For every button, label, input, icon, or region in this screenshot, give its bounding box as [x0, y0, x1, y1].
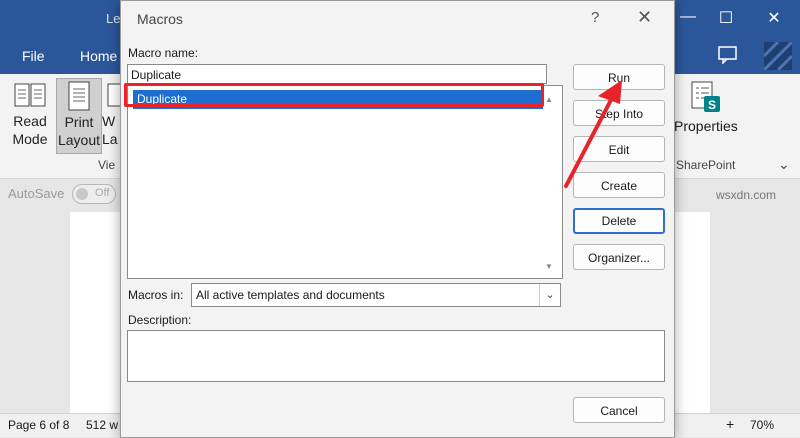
share-pattern [762, 40, 794, 72]
properties-button[interactable]: Properties [674, 118, 738, 134]
macro-list[interactable]: Duplicate [127, 85, 563, 279]
web-layout-button[interactable]: W La [102, 78, 122, 152]
comments-icon[interactable] [718, 46, 738, 65]
page-count[interactable]: Page 6 of 8 [8, 418, 69, 432]
autosave-label: AutoSave [8, 186, 65, 201]
close-window-icon[interactable]: ✕ [762, 8, 786, 28]
run-button[interactable]: Run [573, 64, 665, 90]
create-button[interactable]: Create [573, 172, 665, 198]
dialog-title: Macros [137, 11, 183, 27]
highlight-box [124, 83, 544, 107]
page-icon [57, 79, 101, 113]
tab-file[interactable]: File [22, 48, 45, 64]
macros-dialog: Macros ? ✕ Macro name: Duplicate Duplica… [120, 0, 675, 438]
macro-name-input[interactable]: Duplicate [127, 64, 547, 84]
cancel-button[interactable]: Cancel [573, 397, 665, 423]
autosave-state: Off [95, 187, 110, 199]
macros-in-label: Macros in: [128, 288, 184, 302]
macros-in-value: All active templates and documents [196, 288, 385, 302]
close-icon[interactable]: ✕ [637, 7, 652, 28]
print-layout-label: Print Layout [57, 114, 101, 148]
svg-text:S: S [708, 98, 716, 112]
sharepoint-group-label: SharePoint [676, 158, 736, 172]
minimize-icon[interactable]: — [676, 8, 700, 26]
macro-name-label: Macro name: [128, 46, 199, 60]
web-layout-icon [102, 78, 122, 112]
tab-home[interactable]: Home [80, 48, 117, 64]
zoom-in-icon[interactable]: + [726, 416, 734, 432]
read-mode-button[interactable]: Read Mode [8, 78, 52, 152]
maximize-icon[interactable]: ☐ [714, 8, 738, 28]
zoom-level[interactable]: 70% [750, 418, 774, 432]
delete-button[interactable]: Delete [573, 208, 665, 234]
properties-icon: S [688, 80, 724, 114]
organizer-button[interactable]: Organizer... [573, 244, 665, 270]
description-label: Description: [128, 313, 192, 327]
watermark: wsxdn.com [716, 188, 777, 202]
scroll-down-icon[interactable]: ▼ [545, 262, 553, 271]
book-icon [8, 78, 52, 112]
word-count[interactable]: 512 w [86, 418, 118, 432]
view-group-label: Vie [98, 158, 116, 172]
read-mode-label: Read Mode [12, 113, 48, 147]
macros-in-select[interactable]: All active templates and documents ⌄ [191, 283, 561, 307]
help-icon[interactable]: ? [591, 9, 599, 26]
scroll-up-icon[interactable]: ▲ [545, 95, 553, 104]
document-title: Le [106, 11, 121, 26]
web-layout-label: W La [102, 113, 118, 147]
autosave-toggle[interactable]: Off [72, 184, 116, 204]
step-into-button[interactable]: Step Into [573, 100, 665, 126]
description-box [127, 330, 665, 382]
collapse-ribbon-icon[interactable]: ⌄ [778, 156, 790, 173]
chevron-down-icon[interactable]: ⌄ [539, 284, 560, 306]
edit-button[interactable]: Edit [573, 136, 665, 162]
print-layout-button[interactable]: Print Layout [56, 78, 102, 154]
